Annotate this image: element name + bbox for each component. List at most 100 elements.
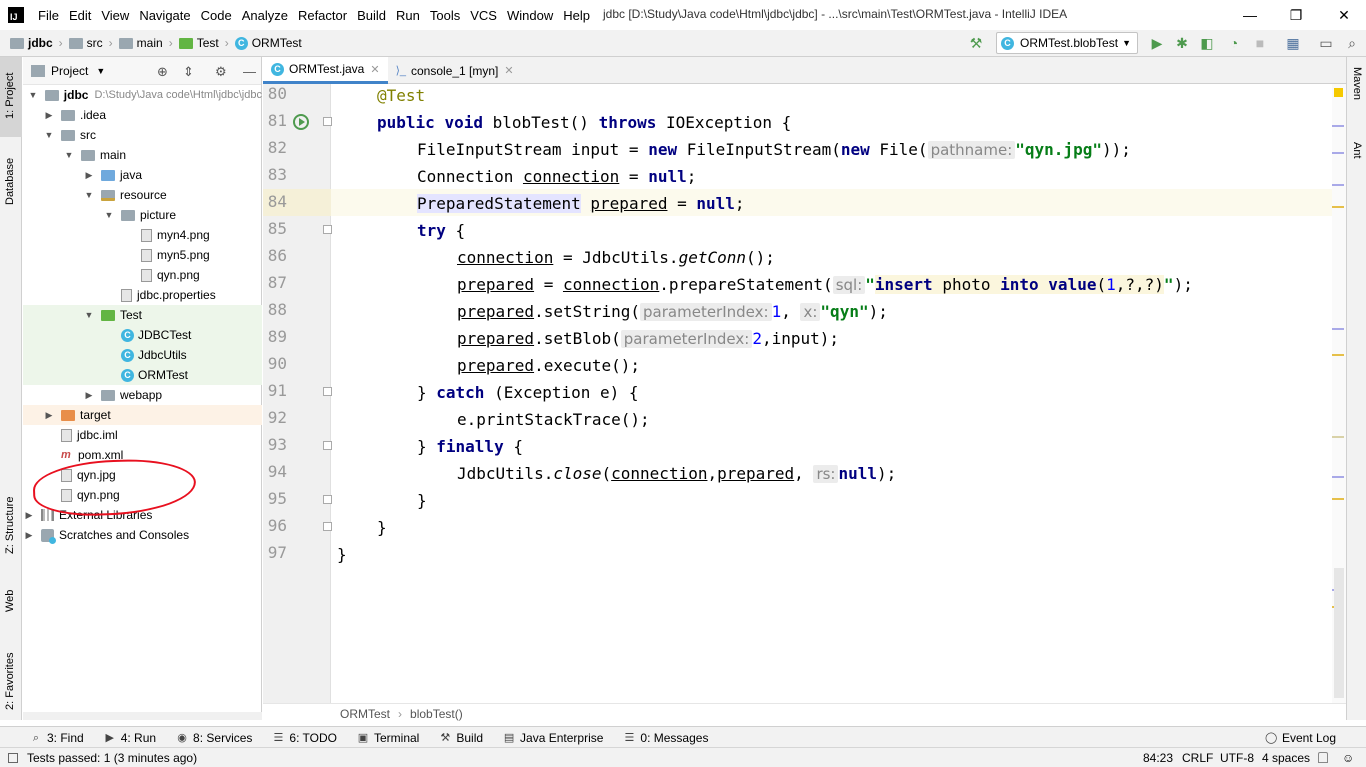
- gear-icon[interactable]: ⚙: [215, 64, 227, 80]
- tree-item-resource[interactable]: ▼ resource: [23, 185, 262, 205]
- code-line-83[interactable]: Connection connection = null;: [417, 163, 696, 190]
- tool-build[interactable]: ⚒ Build: [439, 731, 483, 745]
- debug-icon[interactable]: ✱: [1174, 35, 1190, 51]
- chevron-down-icon[interactable]: ▼: [43, 130, 55, 140]
- chevron-down-icon[interactable]: ▼: [63, 150, 75, 160]
- menu-build[interactable]: Build: [357, 8, 386, 23]
- menu-help[interactable]: Help: [563, 8, 590, 23]
- chevron-right-icon[interactable]: ▶: [43, 410, 55, 421]
- caret-position[interactable]: 84:23: [1143, 751, 1173, 765]
- indent-setting[interactable]: 4 spaces: [1262, 751, 1310, 765]
- breadcrumb-src[interactable]: src: [68, 36, 103, 50]
- code-line-93[interactable]: } finally {: [417, 433, 523, 460]
- lock-icon[interactable]: [1318, 752, 1328, 763]
- menu-analyze[interactable]: Analyze: [242, 8, 288, 23]
- code-line-80[interactable]: @Test: [377, 84, 425, 109]
- chevron-down-icon[interactable]: ▼: [83, 190, 95, 200]
- fold-marker-icon[interactable]: [323, 225, 332, 234]
- stripe-mark[interactable]: [1332, 476, 1344, 478]
- code-line-96[interactable]: }: [377, 514, 387, 541]
- project-structure-icon[interactable]: ▦: [1285, 35, 1301, 51]
- stripe-mark[interactable]: [1332, 152, 1344, 154]
- tree-item-java[interactable]: ▶ java: [23, 165, 262, 185]
- tree-item-jdbc[interactable]: ▼ jdbc D:\Study\Java code\Html\jdbc\jdbc: [23, 85, 262, 105]
- code-line-89[interactable]: prepared.setBlob(parameterIndex: 2,input)…: [457, 325, 839, 352]
- tree-item-target[interactable]: ▶ target: [23, 405, 262, 425]
- warning-indicator-icon[interactable]: [1334, 88, 1343, 97]
- stripe-mark[interactable]: [1332, 206, 1344, 208]
- chevron-down-icon[interactable]: ▼: [103, 210, 115, 220]
- stripe-mark[interactable]: [1332, 184, 1344, 186]
- menu-view[interactable]: View: [101, 8, 129, 23]
- tab-web[interactable]: Web: [0, 572, 22, 622]
- code-line-92[interactable]: e.printStackTrace();: [457, 406, 650, 433]
- menu-file[interactable]: File: [38, 8, 59, 23]
- editor-gutter[interactable]: 80 81 82 83 84 85 86 87 88 89 90 91 92 9…: [263, 84, 332, 703]
- inspector-icon[interactable]: ☺: [1342, 751, 1354, 765]
- tree-item-ormtest[interactable]: C ORMTest: [23, 365, 262, 385]
- minimize-button[interactable]: —: [1240, 5, 1260, 25]
- code-line-88[interactable]: prepared.setString(parameterIndex: 1, x: "…: [457, 298, 888, 325]
- stripe-mark[interactable]: [1332, 328, 1344, 330]
- breadcrumb-ormtest[interactable]: C ORMTest: [234, 36, 302, 50]
- close-window-button[interactable]: ✕: [1334, 5, 1354, 25]
- tree-item-myn4-png[interactable]: myn4.png: [23, 225, 262, 245]
- code-line-90[interactable]: prepared.execute();: [457, 352, 640, 379]
- tool-java-enterprise[interactable]: ▤ Java Enterprise: [503, 731, 604, 745]
- tool-terminal[interactable]: ▣ Terminal: [357, 731, 420, 745]
- tab-favorites[interactable]: 2: Favorites: [0, 632, 22, 717]
- code-line-95[interactable]: }: [417, 487, 427, 514]
- hide-icon[interactable]: —: [243, 64, 256, 79]
- tree-item-external-libraries[interactable]: ▶ External Libraries: [23, 505, 262, 525]
- run-configuration-select[interactable]: C ORMTest.blobTest ▼: [996, 32, 1138, 54]
- menu-code[interactable]: Code: [201, 8, 232, 23]
- line-separator[interactable]: CRLF: [1182, 751, 1213, 765]
- tree-item-main[interactable]: ▼ main: [23, 145, 262, 165]
- code-line-97[interactable]: }: [337, 541, 347, 568]
- menu-window[interactable]: Window: [507, 8, 553, 23]
- editor-breadcrumb-class[interactable]: ORMTest: [340, 707, 390, 721]
- project-panel-title[interactable]: Project: [51, 64, 88, 78]
- search-everywhere-icon[interactable]: ⌕: [1344, 35, 1360, 51]
- code-line-94[interactable]: JdbcUtils.close(connection,prepared, rs:…: [457, 460, 896, 487]
- tab-maven[interactable]: Maven: [1350, 67, 1366, 127]
- close-icon[interactable]: ✕: [370, 63, 379, 76]
- chevron-down-icon[interactable]: ▼: [96, 66, 105, 76]
- maximize-button[interactable]: ❐: [1286, 5, 1306, 25]
- chevron-right-icon[interactable]: ▶: [43, 110, 55, 121]
- menu-tools[interactable]: Tools: [430, 8, 460, 23]
- tree-item-idea[interactable]: ▶ .idea: [23, 105, 262, 125]
- menu-vcs[interactable]: VCS: [470, 8, 497, 23]
- tree-item-qyn-jpg[interactable]: qyn.jpg: [23, 465, 262, 485]
- status-message[interactable]: Tests passed: 1 (3 minutes ago): [27, 751, 197, 765]
- coverage-icon[interactable]: ◧: [1199, 35, 1215, 51]
- tree-item-test[interactable]: ▼ Test: [23, 305, 262, 325]
- code-line-82[interactable]: FileInputStream input = new FileInputStr…: [417, 136, 1131, 163]
- fold-marker-icon[interactable]: [323, 441, 332, 450]
- stripe-mark[interactable]: [1332, 354, 1344, 356]
- file-encoding[interactable]: UTF-8: [1220, 751, 1254, 765]
- tree-item-scratches[interactable]: ▶ Scratches and Consoles: [23, 525, 262, 545]
- tab-database[interactable]: Database: [0, 147, 22, 222]
- tree-item-qyn-png-root[interactable]: qyn.png: [23, 485, 262, 505]
- tree-item-qyn-png[interactable]: qyn.png: [23, 265, 262, 285]
- menu-edit[interactable]: Edit: [69, 8, 91, 23]
- tool-todo[interactable]: ☰ 6: TODO: [272, 731, 337, 745]
- run-icon[interactable]: ▶: [1149, 35, 1165, 51]
- tree-item-jdbcutils[interactable]: C JdbcUtils: [23, 345, 262, 365]
- tree-item-myn5-png[interactable]: myn5.png: [23, 245, 262, 265]
- tab-project[interactable]: 1: Project: [0, 57, 22, 137]
- tab-ormtest-java[interactable]: C ORMTest.java ✕: [263, 57, 388, 84]
- tree-item-pom-xml[interactable]: m pom.xml: [23, 445, 262, 465]
- tree-item-jdbc-properties[interactable]: jdbc.properties: [23, 285, 262, 305]
- editor-scrollbar-thumb[interactable]: [1334, 568, 1344, 698]
- stop-icon[interactable]: ■: [1252, 35, 1268, 51]
- menu-refactor[interactable]: Refactor: [298, 8, 347, 23]
- tab-structure[interactable]: Z: Structure: [0, 472, 22, 562]
- tab-ant[interactable]: Ant: [1350, 142, 1366, 182]
- tree-item-jdbctest[interactable]: C JDBCTest: [23, 325, 262, 345]
- locate-icon[interactable]: ⊕: [157, 64, 168, 80]
- code-line-91[interactable]: } catch (Exception e) {: [417, 379, 639, 406]
- collapse-all-icon[interactable]: ⇕: [183, 64, 194, 80]
- code-line-86[interactable]: connection = JdbcUtils.getConn();: [457, 244, 775, 271]
